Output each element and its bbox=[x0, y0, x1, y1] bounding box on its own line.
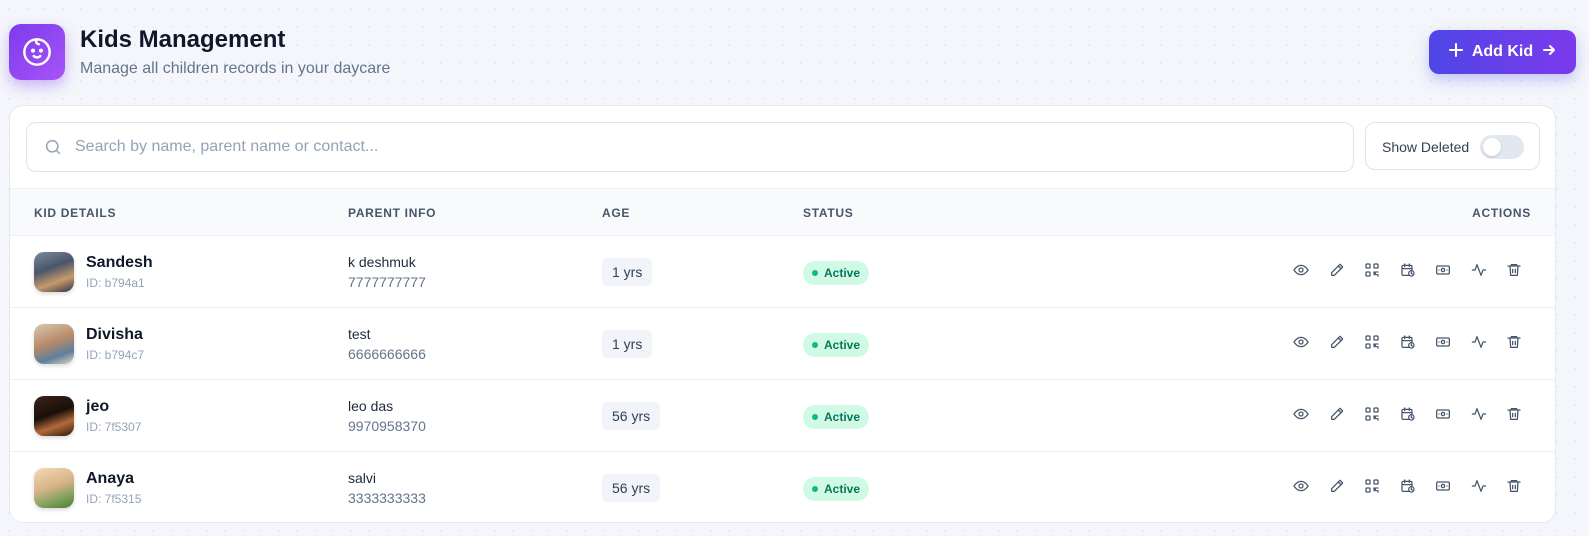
parent-contact: 9970958370 bbox=[348, 418, 426, 434]
row-actions bbox=[1292, 261, 1523, 283]
status-badge: Active bbox=[803, 261, 870, 285]
column-header-kid-details: KID DETAILS bbox=[34, 206, 117, 220]
kid-id: ID: 7f5307 bbox=[86, 420, 142, 434]
page-header: Kids Management Manage all children reco… bbox=[9, 24, 1576, 84]
kid-avatar bbox=[34, 468, 74, 508]
parent-name: salvi bbox=[348, 470, 377, 486]
pencil-icon[interactable] bbox=[1328, 261, 1346, 279]
column-header-age: AGE bbox=[602, 206, 631, 220]
trash-icon[interactable] bbox=[1505, 405, 1523, 423]
banknote-icon[interactable] bbox=[1434, 405, 1452, 423]
column-header-parent-info: PARENT INFO bbox=[348, 206, 437, 220]
status-label: Active bbox=[824, 410, 861, 424]
kids-table-card: Show Deleted KID DETAILS PARENT INFO AGE… bbox=[9, 105, 1556, 523]
kid-name: Sandesh bbox=[86, 254, 153, 271]
parent-contact: 3333333333 bbox=[348, 490, 426, 506]
table-row: Sandesh ID: b794a1 k deshmuk 7777777777 … bbox=[10, 236, 1555, 308]
pencil-icon[interactable] bbox=[1328, 333, 1346, 351]
status-dot bbox=[812, 414, 818, 420]
calendar-clock-icon[interactable] bbox=[1399, 405, 1417, 423]
parent-name: leo das bbox=[348, 398, 394, 414]
pencil-icon[interactable] bbox=[1328, 405, 1346, 423]
activity-icon[interactable] bbox=[1470, 477, 1488, 495]
search-box bbox=[26, 122, 1354, 172]
age-badge: 56 yrs bbox=[602, 474, 661, 502]
row-actions bbox=[1292, 333, 1523, 355]
pencil-icon[interactable] bbox=[1328, 477, 1346, 495]
plus-icon bbox=[1448, 42, 1463, 62]
arrow-right-icon bbox=[1542, 43, 1556, 62]
trash-icon[interactable] bbox=[1505, 477, 1523, 495]
parent-name: k deshmuk bbox=[348, 254, 416, 270]
kid-name: jeo bbox=[86, 398, 110, 415]
eye-icon[interactable] bbox=[1292, 261, 1310, 279]
banknote-icon[interactable] bbox=[1434, 333, 1452, 351]
parent-contact: 6666666666 bbox=[348, 346, 426, 362]
status-badge: Active bbox=[803, 333, 870, 357]
calendar-clock-icon[interactable] bbox=[1399, 477, 1417, 495]
column-header-actions: ACTIONS bbox=[1472, 206, 1531, 220]
show-deleted-label: Show Deleted bbox=[1382, 139, 1470, 155]
status-label: Active bbox=[824, 266, 861, 280]
activity-icon[interactable] bbox=[1470, 333, 1488, 351]
kid-avatar bbox=[34, 324, 74, 364]
trash-icon[interactable] bbox=[1505, 261, 1523, 279]
qr-code-icon[interactable] bbox=[1363, 333, 1381, 351]
calendar-clock-icon[interactable] bbox=[1399, 333, 1417, 351]
search-icon bbox=[44, 138, 62, 161]
kid-name: Divisha bbox=[86, 326, 143, 343]
status-badge: Active bbox=[803, 405, 870, 429]
row-actions bbox=[1292, 477, 1523, 499]
status-dot bbox=[812, 342, 818, 348]
kid-name: Anaya bbox=[86, 470, 135, 487]
status-dot bbox=[812, 270, 818, 276]
status-label: Active bbox=[824, 338, 861, 352]
eye-icon[interactable] bbox=[1292, 405, 1310, 423]
table-row: jeo ID: 7f5307 leo das 9970958370 56 yrs… bbox=[10, 380, 1555, 452]
page-title: Kids Management bbox=[80, 26, 286, 53]
parent-contact: 7777777777 bbox=[348, 274, 426, 290]
show-deleted-filter[interactable]: Show Deleted bbox=[1365, 122, 1540, 170]
kid-avatar bbox=[34, 252, 74, 292]
search-input[interactable] bbox=[75, 123, 1335, 171]
table-row: Anaya ID: 7f5315 salvi 3333333333 56 yrs… bbox=[10, 452, 1555, 522]
baby-face-icon bbox=[9, 24, 65, 80]
kid-id: ID: b794c7 bbox=[86, 348, 145, 362]
activity-icon[interactable] bbox=[1470, 405, 1488, 423]
trash-icon[interactable] bbox=[1505, 333, 1523, 351]
add-kid-button[interactable]: Add Kid bbox=[1429, 30, 1576, 74]
age-badge: 1 yrs bbox=[602, 258, 653, 286]
banknote-icon[interactable] bbox=[1434, 477, 1452, 495]
eye-icon[interactable] bbox=[1292, 333, 1310, 351]
qr-code-icon[interactable] bbox=[1363, 261, 1381, 279]
add-kid-label: Add Kid bbox=[1471, 43, 1534, 60]
qr-code-icon[interactable] bbox=[1363, 477, 1381, 495]
show-deleted-toggle[interactable] bbox=[1480, 135, 1524, 159]
eye-icon[interactable] bbox=[1292, 477, 1310, 495]
status-dot bbox=[812, 486, 818, 492]
column-header-status: STATUS bbox=[803, 206, 854, 220]
parent-name: test bbox=[348, 326, 371, 342]
banknote-icon[interactable] bbox=[1434, 261, 1452, 279]
page-subtitle: Manage all children records in your dayc… bbox=[80, 60, 391, 77]
kid-id: ID: 7f5315 bbox=[86, 492, 142, 506]
table-header: KID DETAILS PARENT INFO AGE STATUS ACTIO… bbox=[10, 188, 1555, 236]
calendar-clock-icon[interactable] bbox=[1399, 261, 1417, 279]
row-actions bbox=[1292, 405, 1523, 427]
table-row: Divisha ID: b794c7 test 6666666666 1 yrs… bbox=[10, 308, 1555, 380]
qr-code-icon[interactable] bbox=[1363, 405, 1381, 423]
kid-avatar bbox=[34, 396, 74, 436]
kid-id: ID: b794a1 bbox=[86, 276, 145, 290]
status-label: Active bbox=[824, 482, 861, 496]
activity-icon[interactable] bbox=[1470, 261, 1488, 279]
status-badge: Active bbox=[803, 477, 870, 501]
age-badge: 1 yrs bbox=[602, 330, 653, 358]
age-badge: 56 yrs bbox=[602, 402, 661, 430]
toggle-knob bbox=[1483, 138, 1501, 156]
